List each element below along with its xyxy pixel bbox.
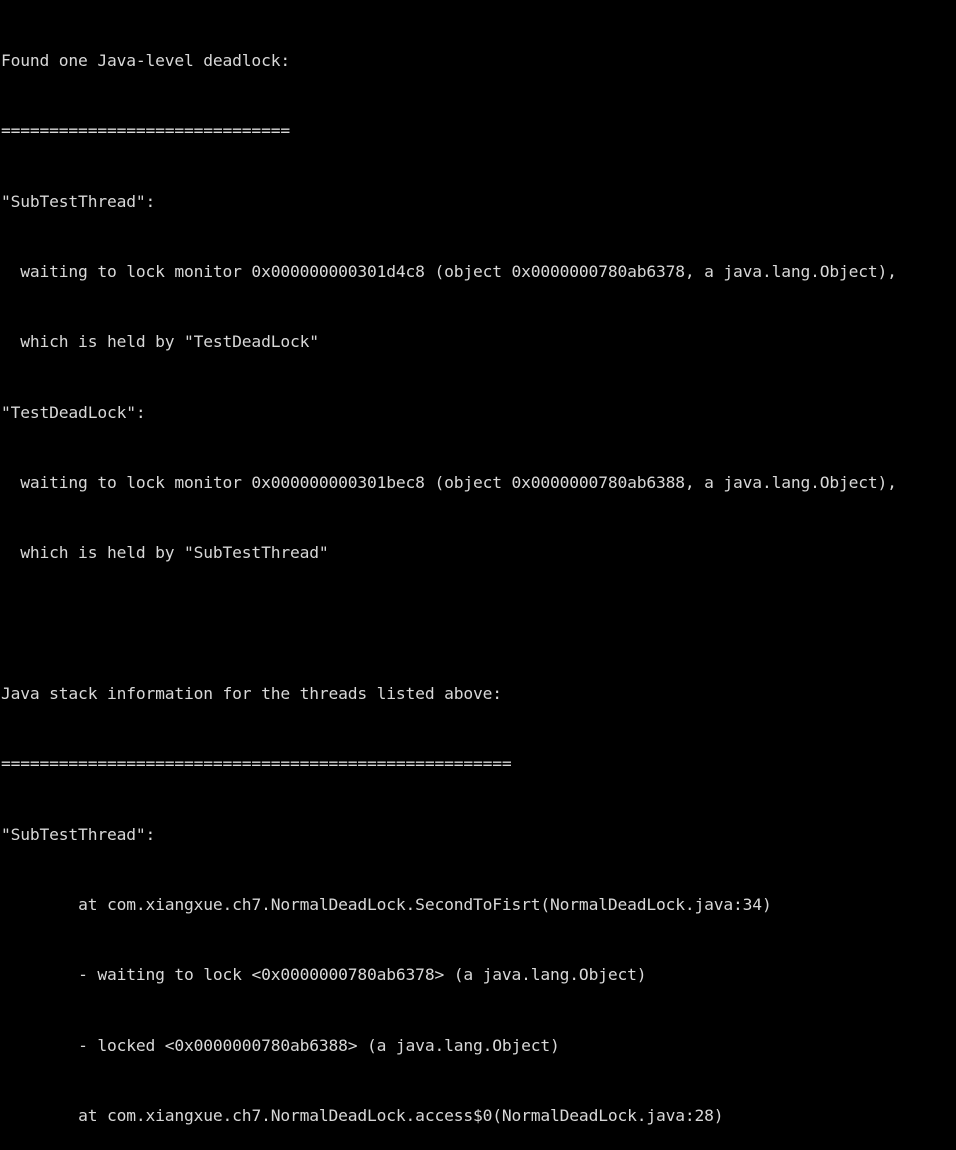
terminal-line: "TestDeadLock": (1, 402, 146, 422)
terminal-line: at com.xiangxue.ch7.NormalDeadLock.acces… (1, 1106, 724, 1126)
terminal-line: waiting to lock monitor 0x000000000301be… (1, 472, 897, 492)
terminal-line: ========================================… (1, 754, 512, 774)
terminal-line: waiting to lock monitor 0x000000000301d4… (1, 261, 897, 281)
terminal-line: at com.xiangxue.ch7.NormalDeadLock.Secon… (1, 895, 772, 915)
terminal-line: - locked <0x0000000780ab6388> (a java.la… (1, 1035, 560, 1055)
terminal-line: "SubTestThread": (1, 824, 156, 844)
terminal-line: "SubTestThread": (1, 191, 156, 211)
terminal-line: which is held by "SubTestThread" (1, 543, 329, 563)
terminal-output[interactable]: Found one Java-level deadlock: =========… (0, 0, 956, 1125)
terminal-line: Found one Java-level deadlock: (1, 50, 290, 70)
terminal-line: ============================== (1, 121, 290, 141)
terminal-line: which is held by "TestDeadLock" (1, 332, 319, 352)
terminal-line: Java stack information for the threads l… (1, 684, 502, 703)
terminal-line: - waiting to lock <0x0000000780ab6378> (… (1, 965, 647, 985)
